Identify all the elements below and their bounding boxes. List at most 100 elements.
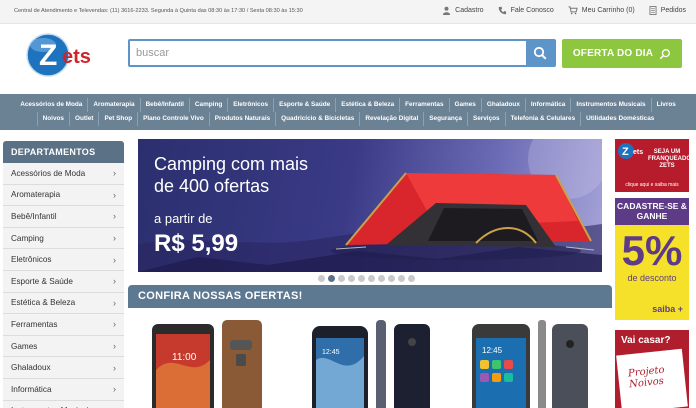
cart-label: Meu Carrinho (0) bbox=[581, 7, 635, 14]
pagination-dot[interactable] bbox=[368, 275, 375, 282]
pagination-dot[interactable] bbox=[358, 275, 365, 282]
nav-item[interactable]: Plano Controle Vivo bbox=[137, 112, 209, 126]
pagination-dot[interactable] bbox=[408, 275, 415, 282]
orders-link[interactable]: Pedidos bbox=[649, 6, 686, 15]
department-label: Eletrônicos bbox=[11, 255, 52, 265]
user-icon bbox=[443, 6, 451, 15]
nav-item[interactable]: Instrumentos Musicais bbox=[570, 98, 650, 112]
department-item[interactable]: Esporte & Saúde › bbox=[3, 270, 124, 293]
product-phone-3[interactable]: 12:45 bbox=[470, 320, 590, 408]
svg-text:12:45: 12:45 bbox=[482, 346, 503, 355]
nav-item[interactable]: Ferramentas bbox=[399, 98, 448, 112]
nav-item[interactable]: Games bbox=[448, 98, 481, 112]
nav-item[interactable]: Livros bbox=[650, 98, 681, 112]
department-label: Ferramentas bbox=[11, 319, 58, 329]
contact-link[interactable]: Fale Conosco bbox=[498, 6, 554, 15]
offers-grid: 11:00 12:45 12:45 bbox=[128, 308, 612, 408]
nav-item[interactable]: Informática bbox=[524, 98, 570, 112]
discount-desc: de desconto bbox=[627, 273, 677, 283]
nav-item[interactable]: Esporte & Saúde bbox=[273, 98, 335, 112]
cart-link[interactable]: Meu Carrinho (0) bbox=[568, 6, 635, 15]
deal-of-day-button[interactable]: OFERTA DO DIA bbox=[562, 39, 682, 68]
banner-from-label: a partir de bbox=[154, 211, 213, 226]
product-phone-1[interactable]: 11:00 bbox=[150, 320, 270, 408]
franchise-sub: clique aqui e saiba mais bbox=[625, 182, 679, 188]
department-item[interactable]: Bebê/Infantil › bbox=[3, 206, 124, 228]
phone-icon bbox=[498, 6, 506, 15]
department-item[interactable]: Eletrônicos › bbox=[3, 249, 124, 271]
nav-item[interactable]: Outlet bbox=[68, 112, 98, 126]
chevron-right-icon: › bbox=[113, 341, 116, 352]
svg-text:ets: ets bbox=[633, 149, 643, 156]
chevron-right-icon: › bbox=[113, 384, 116, 395]
department-item[interactable]: Informática › bbox=[3, 378, 124, 401]
discount-ad-top: CADASTRE-SE & GANHE bbox=[615, 198, 689, 225]
signup-link[interactable]: Cadastro bbox=[442, 6, 484, 15]
department-item[interactable]: Instrumentos Musicais› bbox=[3, 400, 124, 408]
department-label: Esporte & Saúde bbox=[11, 276, 73, 286]
wedding-question: Vai casar? bbox=[621, 335, 671, 346]
top-links: Cadastro Fale Conosco Meu Carrinho (0) P… bbox=[442, 6, 686, 15]
nav-item[interactable]: Quadricício & Bicicletas bbox=[275, 112, 359, 126]
wedding-ad[interactable]: Vai casar? Projeto Noivos bbox=[615, 330, 689, 408]
nav-item[interactable]: Estética & Beleza bbox=[335, 98, 399, 112]
nav-item[interactable]: Revelação Digital bbox=[359, 112, 423, 126]
discount-ad[interactable]: CADASTRE-SE & GANHE 5% de desconto saiba… bbox=[615, 198, 689, 320]
nav-item[interactable]: Acessórios de Moda bbox=[15, 98, 87, 112]
nav-item[interactable]: Telefonia & Celulares bbox=[504, 112, 581, 126]
nav-item[interactable]: Produtos Naturais bbox=[208, 112, 275, 126]
banner-line-2: de 400 ofertas bbox=[154, 176, 270, 196]
search-icon bbox=[659, 48, 671, 59]
department-item[interactable]: Acessórios de Moda › bbox=[3, 163, 124, 185]
departments-list: Acessórios de Moda › Aromaterapia › Bebê/Inf… bbox=[3, 163, 124, 408]
department-item[interactable]: Ghaladoux › bbox=[3, 357, 124, 379]
pagination-dot[interactable] bbox=[328, 275, 335, 282]
chevron-right-icon: › bbox=[113, 276, 116, 287]
nav-item[interactable]: Noivos bbox=[36, 112, 69, 126]
pagination-dot[interactable] bbox=[338, 275, 345, 282]
franchise-ad[interactable]: Z ets SEJA UM FRANQUEADO ZETS clique aqu… bbox=[615, 139, 691, 192]
svg-text:ets: ets bbox=[62, 46, 91, 68]
pagination-dot[interactable] bbox=[388, 275, 395, 282]
nav-item[interactable]: Aromaterapia bbox=[87, 98, 139, 112]
department-item[interactable]: Aromaterapia › bbox=[3, 184, 124, 207]
department-label: Games bbox=[11, 341, 38, 351]
discount-more: saiba + bbox=[652, 304, 683, 314]
banner-pagination bbox=[318, 275, 415, 282]
nav-item[interactable]: Pet Shop bbox=[98, 112, 137, 126]
chevron-right-icon: › bbox=[113, 254, 116, 265]
nav-item[interactable]: Ghaladoux bbox=[480, 98, 525, 112]
nav-item[interactable]: Bebê/Infantil bbox=[139, 98, 189, 112]
zets-logo[interactable]: Z ets bbox=[26, 32, 108, 78]
nav-item[interactable]: Eletrônicos bbox=[227, 98, 273, 112]
nav-item[interactable]: Serviços bbox=[466, 112, 505, 126]
svg-text:Z: Z bbox=[39, 39, 57, 72]
product-phone-2[interactable]: 12:45 bbox=[310, 320, 430, 408]
department-item[interactable]: Camping › bbox=[3, 227, 124, 250]
department-label: Informática bbox=[11, 384, 52, 394]
department-item[interactable]: Games › bbox=[3, 335, 124, 358]
cart-icon bbox=[568, 6, 578, 15]
svg-text:Z: Z bbox=[622, 146, 629, 158]
hero-banner[interactable]: Camping com mais de 400 ofertas a partir… bbox=[138, 139, 602, 272]
pagination-dot[interactable] bbox=[378, 275, 385, 282]
nav-item[interactable]: Camping bbox=[188, 98, 227, 112]
department-label: Ghaladoux bbox=[11, 363, 51, 373]
document-icon bbox=[649, 6, 657, 15]
chevron-right-icon: › bbox=[113, 211, 116, 222]
search-input[interactable] bbox=[130, 41, 526, 65]
departments-sidebar: DEPARTAMENTOS Acessórios de Moda › Aromate… bbox=[3, 141, 124, 408]
tent-illustration bbox=[331, 172, 595, 260]
banner-headline: Camping com mais de 400 ofertas bbox=[154, 153, 308, 197]
pagination-dot[interactable] bbox=[348, 275, 355, 282]
nav-item[interactable]: Segurança bbox=[423, 112, 467, 126]
right-ads: Z ets SEJA UM FRANQUEADO ZETS clique aqu… bbox=[615, 139, 691, 408]
department-item[interactable]: Estética & Beleza › bbox=[3, 292, 124, 315]
department-item[interactable]: Ferramentas › bbox=[3, 314, 124, 336]
pagination-dot[interactable] bbox=[398, 275, 405, 282]
nav-item[interactable]: Utilidades Domésticas bbox=[580, 112, 659, 126]
search-button[interactable] bbox=[526, 41, 554, 65]
department-label: Aromaterapia bbox=[11, 190, 61, 200]
svg-text:12:45: 12:45 bbox=[322, 349, 340, 356]
pagination-dot[interactable] bbox=[318, 275, 325, 282]
